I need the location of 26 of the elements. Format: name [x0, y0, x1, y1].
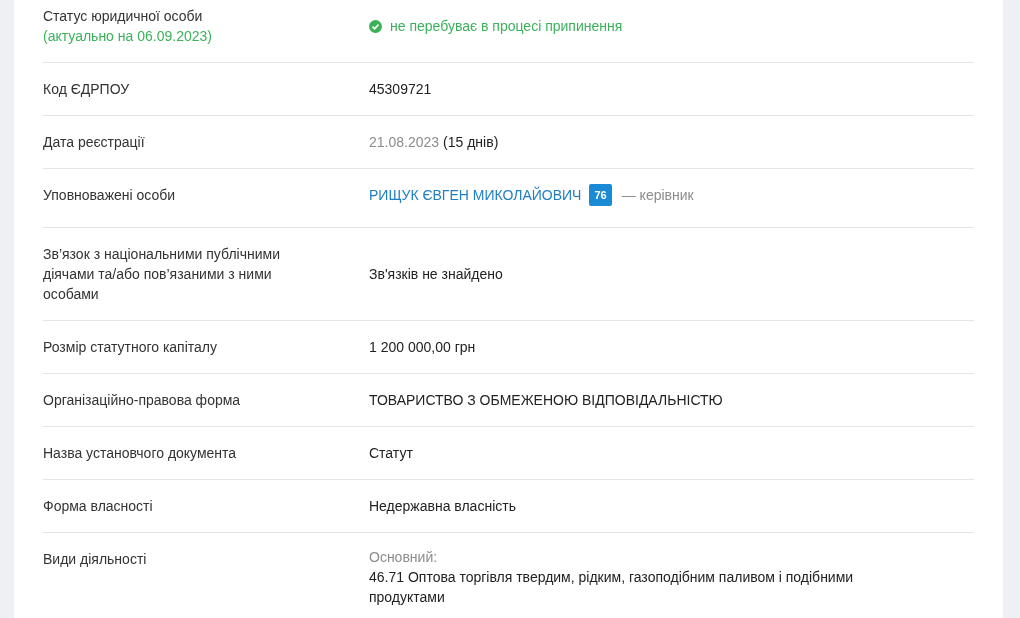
- field-value: 1 200 000,00 грн: [369, 338, 476, 357]
- field-label: Дата реєстрації: [43, 133, 146, 152]
- role-text: — керівник: [621, 186, 694, 205]
- date-note: (актуально на 06.09.2023): [43, 27, 213, 46]
- field-label: Види діяльності: [43, 550, 148, 569]
- field-label: Форма власності: [43, 497, 154, 516]
- field-label: Розмір статутного капіталу: [43, 338, 218, 357]
- field-value: Статут: [369, 444, 413, 463]
- age-text: (15 днів): [443, 133, 499, 152]
- status-value: не перебуває в процесі припинення: [390, 17, 623, 36]
- check-circle-icon: [369, 19, 382, 33]
- field-label: Уповноважені особи: [43, 186, 177, 205]
- field-label: Код ЄДРПОУ: [43, 80, 131, 99]
- activity-caption: Основний:: [369, 549, 439, 565]
- field-value: 45309721: [369, 80, 432, 99]
- field-value: ТОВАРИСТВО З ОБМЕЖЕНОЮ ВІДПОВІДАЛЬНІСТЮ: [369, 391, 723, 410]
- field-label: Організаційно-правова форма: [43, 391, 242, 410]
- person-link[interactable]: РИЩУК ЄВГЕН МИКОЛАЙОВИЧ: [369, 185, 582, 205]
- date-value: 21.08.2023: [369, 133, 440, 152]
- activity-text: 46.71 Оптова торгівля твердим, рідким, газоподібним паливом і подібними продуктами: [369, 568, 855, 607]
- field-label: Статус юридичної особи: [43, 7, 204, 26]
- field-value: Зв'язків не знайдено: [369, 265, 503, 284]
- count-badge: 76: [589, 184, 612, 206]
- field-value: Недержавна власність: [369, 497, 516, 516]
- field-label: Зв’язок з національними публічними діячами та/або пов’язаними з ними особами: [43, 245, 281, 304]
- field-label: Назва установчого документа: [43, 444, 238, 463]
